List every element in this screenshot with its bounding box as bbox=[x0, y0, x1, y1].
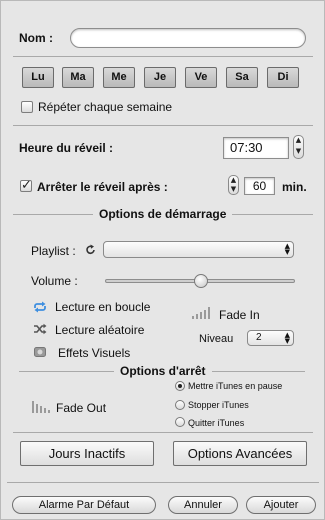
playlist-label: Playlist : bbox=[31, 244, 76, 258]
fade-in-icon bbox=[192, 307, 210, 319]
day-button-sa[interactable]: Sa bbox=[226, 67, 258, 88]
day-button-je[interactable]: Je bbox=[144, 67, 176, 88]
day-button-di[interactable]: Di bbox=[267, 67, 299, 88]
fade-out-icon bbox=[32, 401, 50, 413]
shuffle-label[interactable]: Lecture aléatoire bbox=[55, 323, 144, 337]
separator bbox=[13, 56, 313, 57]
level-popup[interactable]: 2 ▲ ▼ bbox=[247, 330, 294, 346]
wake-time-field[interactable]: 07:30 bbox=[223, 137, 289, 159]
popup-arrows-icon: ▲ ▼ bbox=[284, 331, 290, 345]
repeat-weekly-label: Répéter chaque semaine bbox=[38, 100, 173, 114]
add-button[interactable]: Ajouter bbox=[246, 496, 316, 514]
visuals-label[interactable]: Effets Visuels bbox=[58, 346, 130, 360]
inactive-days-button[interactable]: Jours Inactifs bbox=[20, 441, 154, 466]
advanced-options-button[interactable]: Options Avancées bbox=[173, 441, 307, 466]
stop-after-minutes-field[interactable]: 60 bbox=[244, 177, 275, 195]
stepper-up-icon[interactable]: ▲ bbox=[229, 176, 238, 185]
minutes-unit-label: min. bbox=[282, 180, 307, 194]
stop-after-label: Arrêter le réveil après : bbox=[37, 180, 168, 194]
default-alarm-button[interactable]: Alarme Par Défaut bbox=[12, 496, 156, 514]
fade-in-label[interactable]: Fade In bbox=[219, 308, 260, 322]
radio-stop-itunes[interactable] bbox=[175, 400, 185, 410]
wake-time-stepper[interactable]: ▲ ▼ bbox=[293, 135, 304, 159]
name-label: Nom : bbox=[19, 31, 53, 45]
playlist-popup[interactable]: ▲ ▼ bbox=[103, 241, 294, 258]
radio-quit-itunes-label: Quitter iTunes bbox=[188, 418, 245, 428]
stop-options-title: Options d'arrêt bbox=[114, 364, 212, 378]
radio-pause-itunes[interactable] bbox=[175, 381, 185, 391]
repeat-weekly-checkbox[interactable] bbox=[21, 101, 33, 113]
start-options-title: Options de démarrage bbox=[93, 207, 233, 221]
separator bbox=[13, 432, 313, 433]
fade-out-label[interactable]: Fade Out bbox=[56, 401, 106, 415]
repeat-icon bbox=[34, 301, 46, 313]
radio-stop-itunes-label: Stopper iTunes bbox=[188, 400, 249, 410]
volume-slider-thumb[interactable] bbox=[194, 274, 208, 288]
alarm-panel: Nom : Lu Ma Me Je Ve Sa Di Répéter chaqu… bbox=[0, 0, 325, 520]
level-value: 2 bbox=[256, 332, 262, 343]
day-button-ve[interactable]: Ve bbox=[185, 67, 217, 88]
wake-time-label: Heure du réveil : bbox=[19, 141, 114, 155]
volume-label: Volume : bbox=[31, 274, 78, 288]
separator bbox=[7, 482, 319, 483]
stop-after-stepper[interactable]: ▲ ▼ bbox=[228, 175, 239, 195]
radio-quit-itunes[interactable] bbox=[175, 417, 185, 427]
shuffle-icon bbox=[34, 323, 47, 335]
loop-label[interactable]: Lecture en boucle bbox=[55, 300, 150, 314]
cancel-button[interactable]: Annuler bbox=[168, 496, 238, 514]
stepper-down-icon[interactable]: ▼ bbox=[229, 185, 238, 194]
day-button-me[interactable]: Me bbox=[103, 67, 135, 88]
name-input[interactable] bbox=[70, 28, 306, 48]
stop-after-checkbox[interactable] bbox=[20, 178, 32, 193]
visualizer-icon bbox=[34, 347, 46, 357]
stepper-up-icon[interactable]: ▲ bbox=[294, 136, 303, 147]
day-button-ma[interactable]: Ma bbox=[62, 67, 94, 88]
refresh-icon[interactable] bbox=[85, 244, 96, 256]
separator bbox=[13, 125, 313, 126]
level-label: Niveau bbox=[199, 333, 234, 345]
popup-arrows-icon: ▲ ▼ bbox=[284, 242, 290, 256]
stepper-down-icon[interactable]: ▼ bbox=[294, 147, 303, 158]
radio-pause-itunes-label: Mettre iTunes en pause bbox=[188, 381, 283, 391]
day-button-lu[interactable]: Lu bbox=[22, 67, 54, 88]
